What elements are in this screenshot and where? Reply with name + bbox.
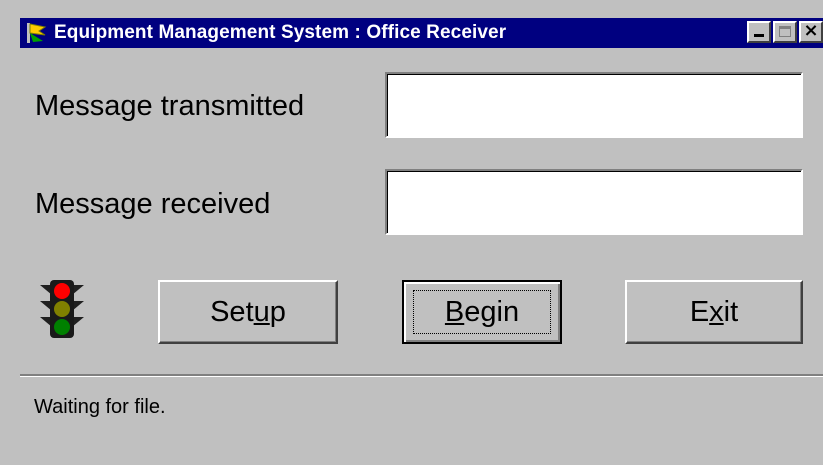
- close-icon: ×: [803, 20, 819, 41]
- minimize-button[interactable]: [747, 21, 771, 43]
- yellow-light: [54, 301, 70, 317]
- app-icon[interactable]: [24, 21, 48, 45]
- title-bar[interactable]: Equipment Management System : Office Rec…: [20, 18, 823, 48]
- maximize-icon: [779, 26, 791, 37]
- maximize-button[interactable]: [773, 21, 797, 43]
- minimize-icon: [754, 34, 764, 37]
- office-receiver-window: Equipment Management System : Office Rec…: [0, 0, 823, 465]
- status-separator: [20, 374, 823, 377]
- focus-ring: [413, 290, 551, 334]
- message-transmitted-label: Message transmitted: [35, 90, 305, 122]
- traffic-light-graphic: [40, 280, 84, 338]
- message-received-field[interactable]: [385, 169, 803, 235]
- close-button[interactable]: ×: [799, 20, 823, 43]
- window-controls: ×: [747, 20, 823, 43]
- app-icon-graphic: [27, 23, 47, 43]
- setup-button[interactable]: Setup: [158, 280, 338, 344]
- red-light: [54, 283, 70, 299]
- exit-label: Exit: [689, 295, 739, 328]
- window-title: Equipment Management System : Office Rec…: [54, 22, 507, 43]
- begin-button[interactable]: Begin: [402, 280, 562, 344]
- setup-label: Setup: [210, 295, 286, 328]
- traffic-light-icon: [36, 279, 88, 339]
- message-received-label: Message received: [35, 188, 271, 220]
- green-light: [54, 319, 70, 335]
- exit-button[interactable]: Exit: [625, 280, 803, 344]
- status-text: Waiting for file.: [34, 396, 166, 418]
- message-transmitted-field[interactable]: [385, 72, 803, 138]
